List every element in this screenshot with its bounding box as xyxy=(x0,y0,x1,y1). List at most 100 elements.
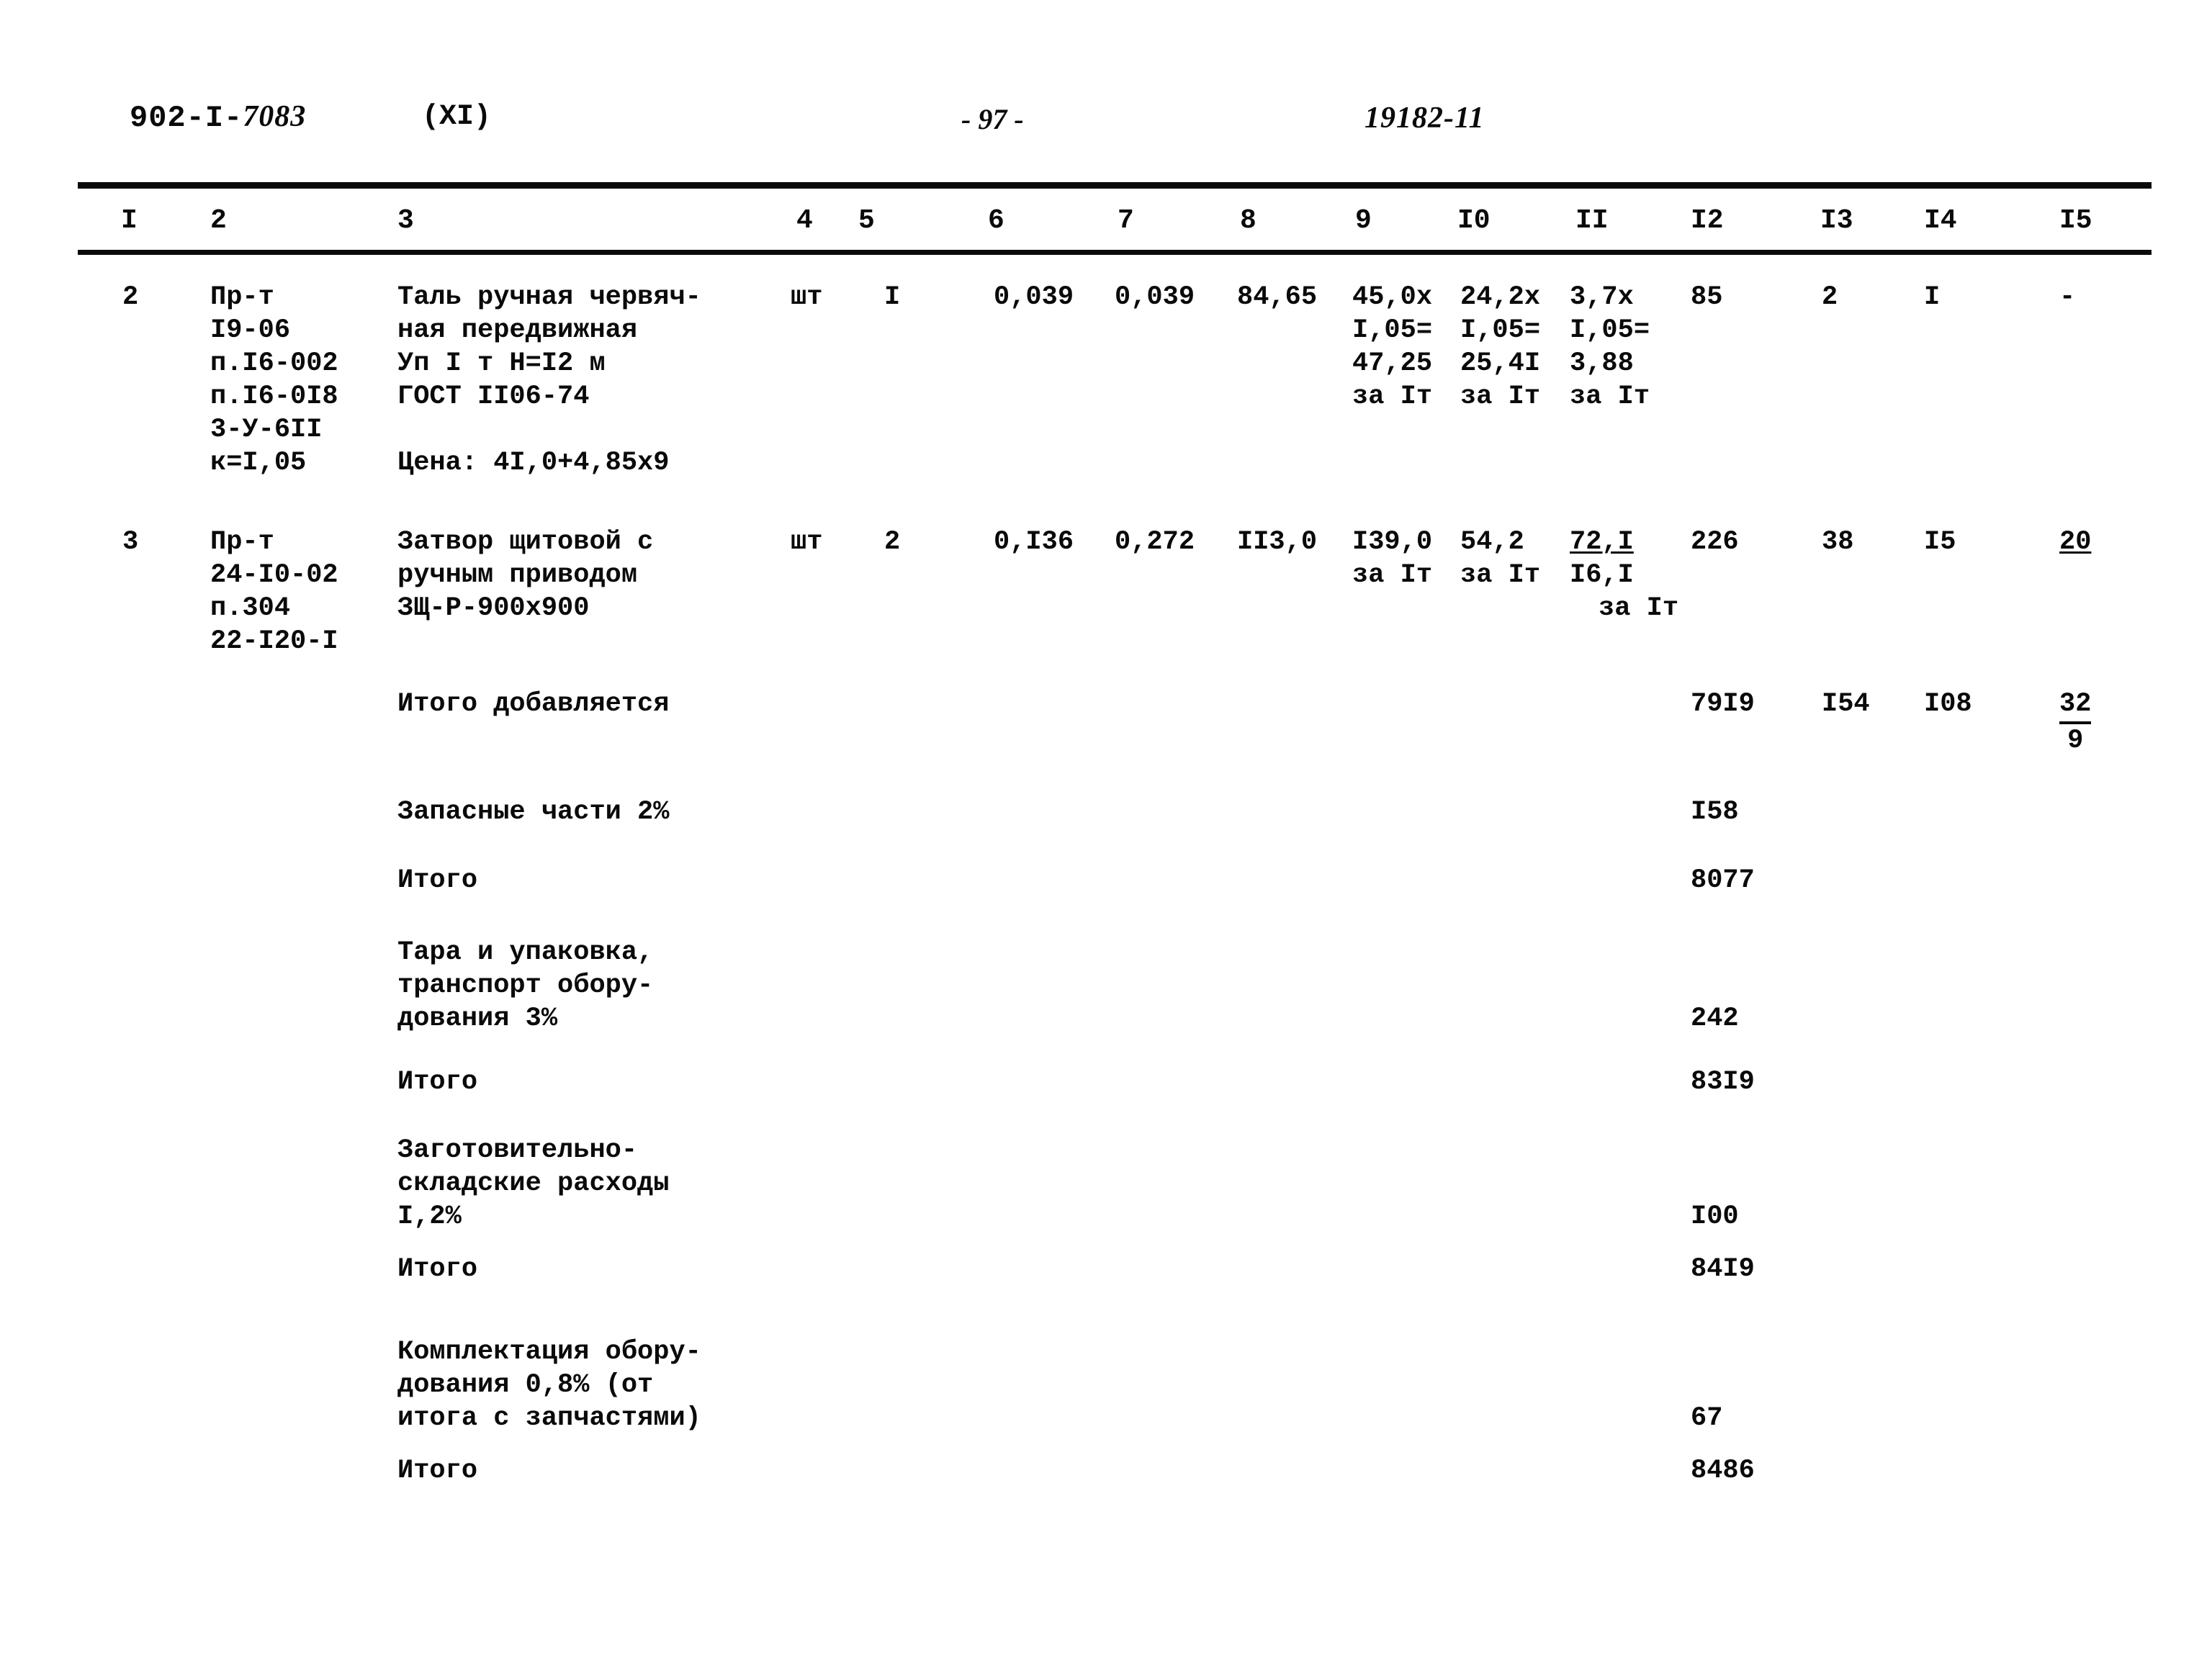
column-header-3: 3 xyxy=(397,205,414,236)
column-header-I2: I2 xyxy=(1691,205,1724,236)
row-col11-line: I,05= xyxy=(1570,315,1650,346)
row-unit: шт xyxy=(791,282,823,312)
summary-col15-numerator: 32 xyxy=(2059,688,2092,724)
row-name-line: Уп I т Н=I2 м xyxy=(397,348,606,379)
row-col8: 84,65 xyxy=(1237,282,1318,312)
column-header-I3: I3 xyxy=(1820,205,1853,236)
row-code-line: I9-06 xyxy=(210,315,291,346)
row-col14: I5 xyxy=(1924,527,1956,557)
row-position: 3 xyxy=(122,527,139,557)
row-name-line: ЗЩ-Р-900х900 xyxy=(397,593,590,623)
column-header-I4: I4 xyxy=(1924,205,1957,236)
summary-col15-denominator: 9 xyxy=(2067,726,2084,756)
document-code-handwritten: 7083 xyxy=(243,100,307,133)
row-code-line: п.I6-0I8 xyxy=(210,382,338,412)
row-code-line: 22-I20-I xyxy=(210,626,338,657)
table-header-bottom-rule xyxy=(78,250,2152,255)
column-header-II: II xyxy=(1575,205,1609,236)
row-col11-line: 3,7х xyxy=(1570,282,1634,312)
summary-label-line: складские расходы xyxy=(397,1168,670,1199)
column-header-I5: I5 xyxy=(2059,205,2092,236)
row-unit: шт xyxy=(791,527,823,557)
summary-col12: 83I9 xyxy=(1691,1067,1755,1097)
summary-col12: 8077 xyxy=(1691,865,1755,896)
summary-label-line: дования 0,8% (от xyxy=(397,1370,654,1400)
summary-label-line: Итого xyxy=(397,865,478,896)
summary-col12: 8486 xyxy=(1691,1456,1755,1486)
row-col9-line: I39,0 xyxy=(1352,527,1433,557)
row-name-line: Таль ручная червяч- xyxy=(397,282,701,312)
row-quantity: I xyxy=(884,282,901,312)
summary-col12: 242 xyxy=(1691,1004,1739,1034)
summary-label-line: Тара и упаковка, xyxy=(397,937,654,968)
row-col11-line: за Iт xyxy=(1599,593,1679,623)
row-col10-line: за Iт xyxy=(1460,560,1541,590)
document-code-prefix: 902-I- xyxy=(130,101,243,135)
page-number: - 97 - xyxy=(961,103,1024,135)
column-header-I: I xyxy=(121,205,138,236)
row-code-line: п.I6-002 xyxy=(210,348,338,379)
row-col7: 0,272 xyxy=(1115,527,1195,557)
row-col9-line: 45,0х xyxy=(1352,282,1433,312)
row-price-line: Цена: 4I,0+4,85х9 xyxy=(397,448,670,478)
row-name-line: ная передвижная xyxy=(397,315,638,346)
row-col10-line: за Iт xyxy=(1460,382,1541,412)
document-code: 902-I-7083 xyxy=(130,99,306,135)
row-col12: 85 xyxy=(1691,282,1723,312)
summary-label-line: Заготовительно- xyxy=(397,1135,638,1166)
row-code-line: к=I,05 xyxy=(210,448,307,478)
row-col10-line: I,05= xyxy=(1460,315,1541,346)
summary-col14: I08 xyxy=(1924,689,1972,719)
column-header-7: 7 xyxy=(1118,205,1134,236)
row-col6: 0,039 xyxy=(994,282,1074,312)
row-col9-line: I,05= xyxy=(1352,315,1433,346)
column-header-5: 5 xyxy=(858,205,875,236)
summary-label-line: I,2% xyxy=(397,1202,462,1232)
row-name-line: Затвор щитовой с xyxy=(397,527,654,557)
row-name-line: ГОСТ II06-74 xyxy=(397,382,590,412)
column-header-I0: I0 xyxy=(1457,205,1491,236)
row-col12: 226 xyxy=(1691,527,1739,557)
archive-stamp: 19182-11 xyxy=(1364,102,1485,135)
summary-label-line: Запасные части 2% xyxy=(397,797,670,827)
row-col9-line: 47,25 xyxy=(1352,348,1433,379)
row-position: 2 xyxy=(122,282,139,312)
summary-label-line: транспорт обору- xyxy=(397,970,654,1001)
summary-col13: I54 xyxy=(1822,689,1870,719)
row-name-line: ручным приводом xyxy=(397,560,638,590)
table-top-rule-secondary xyxy=(78,186,2152,189)
row-col10-line: 25,4I xyxy=(1460,348,1541,379)
summary-label-line: дования 3% xyxy=(397,1004,558,1034)
row-col14: I xyxy=(1924,282,1941,312)
row-code-line: 24-I0-02 xyxy=(210,560,338,590)
summary-col12: 67 xyxy=(1691,1403,1723,1433)
summary-label-line: Итого xyxy=(397,1254,478,1284)
summary-label-line: Итого xyxy=(397,1067,478,1097)
document-page: 902-I-7083 (XI) - 97 - 19182-11 I2345678… xyxy=(0,0,2212,1658)
row-code-line: Пр-т xyxy=(210,527,274,557)
row-code-line: 3-У-6II xyxy=(210,415,323,445)
row-col10-line: 54,2 xyxy=(1460,527,1524,557)
row-quantity: 2 xyxy=(884,527,901,557)
row-col9-line: за Iт xyxy=(1352,382,1433,412)
table-column-headers: I 2 3 4 5 6 7 8 9 I0 II I2 I3 I4 I5 xyxy=(0,205,2212,241)
row-col13: 2 xyxy=(1822,282,1838,312)
column-header-4: 4 xyxy=(796,205,813,236)
document-volume: (XI) xyxy=(422,101,492,133)
row-col11-line: 3,88 xyxy=(1570,348,1634,379)
row-col15: - xyxy=(2059,282,2076,312)
row-col15: 20 xyxy=(2059,527,2092,557)
summary-label-line: итога с запчастями) xyxy=(397,1403,701,1433)
summary-col12: I00 xyxy=(1691,1202,1739,1232)
row-col10-line: 24,2х xyxy=(1460,282,1541,312)
row-col9-line: за Iт xyxy=(1352,560,1433,590)
column-header-9: 9 xyxy=(1355,205,1372,236)
row-col11-line: за Iт xyxy=(1570,382,1650,412)
row-code-line: Пр-т xyxy=(210,282,274,312)
row-col11-line: I6,I xyxy=(1570,560,1634,590)
row-col11-line: 72,I xyxy=(1570,527,1634,557)
summary-col12: I58 xyxy=(1691,797,1739,827)
summary-col12: 84I9 xyxy=(1691,1254,1755,1284)
summary-label-line: Итого добавляется xyxy=(397,689,670,719)
summary-col12: 79I9 xyxy=(1691,689,1755,719)
